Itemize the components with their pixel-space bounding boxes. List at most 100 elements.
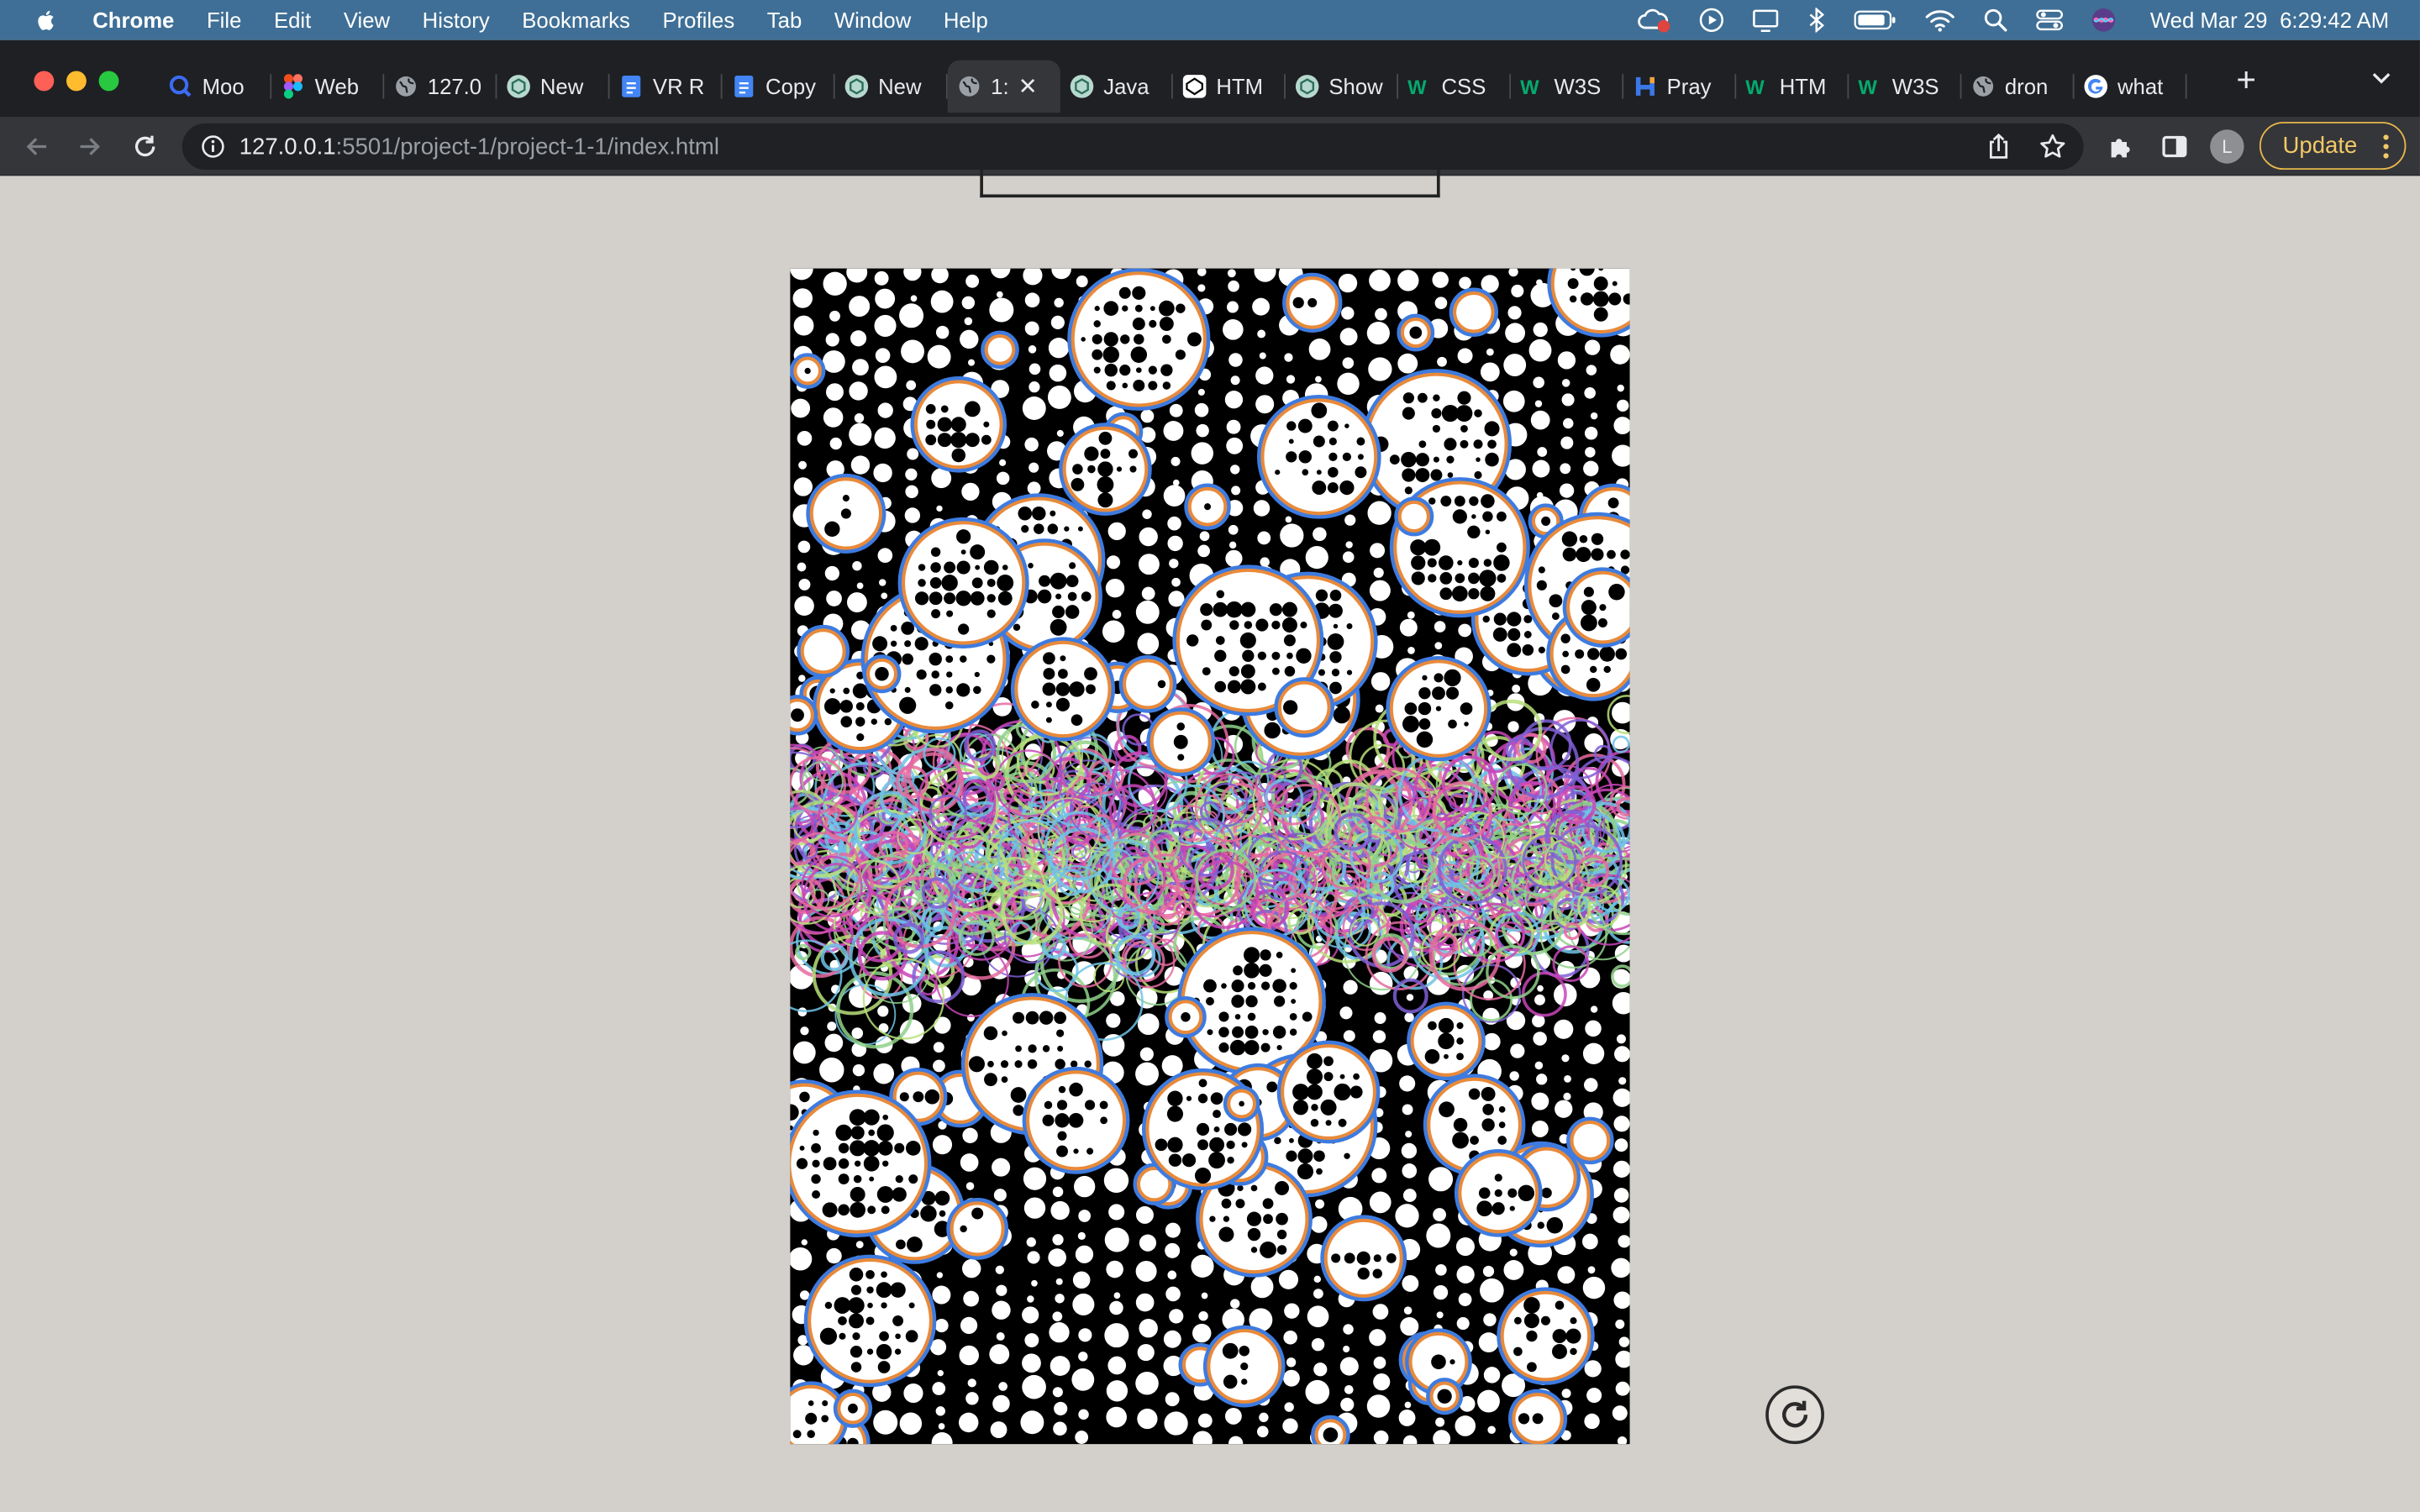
- profile-avatar[interactable]: L: [2210, 129, 2244, 164]
- browser-tab[interactable]: 127.0: [384, 65, 497, 108]
- web-page-viewport: [0, 170, 2420, 1512]
- browser-tab[interactable]: VR R: [609, 65, 723, 108]
- browser-tab[interactable]: W W3S: [1511, 65, 1624, 108]
- tab-title: HTM: [1216, 74, 1264, 99]
- side-panel-icon[interactable]: [2160, 131, 2191, 162]
- browser-tab[interactable]: what: [2075, 65, 2187, 108]
- refresh-icon: [1782, 1400, 1808, 1428]
- globe-icon: [393, 74, 418, 98]
- partially-scrolled-button[interactable]: [980, 170, 1440, 198]
- tab-title: what: [2117, 74, 2164, 99]
- w3schools-icon: W: [1745, 74, 1770, 99]
- extensions-puzzle-icon[interactable]: [2105, 131, 2136, 162]
- control-center-icon[interactable]: [2036, 8, 2064, 32]
- menu-bookmarks[interactable]: Bookmarks: [522, 8, 630, 32]
- siri-icon[interactable]: [2091, 8, 2116, 32]
- regenerate-button[interactable]: [1765, 1385, 1824, 1445]
- bubbles-artwork: [790, 268, 1630, 1445]
- menubar-time: 6:29:42 AM: [2280, 8, 2390, 33]
- glitch-icon: [1633, 74, 1657, 98]
- tab-title: W3S: [1891, 74, 1939, 99]
- share-icon[interactable]: [1983, 131, 2014, 162]
- tab-title: Show: [1328, 74, 1383, 99]
- browser-tab[interactable]: New: [497, 65, 610, 108]
- play-icon[interactable]: [1700, 8, 1724, 33]
- browser-tab-strip: Moo Web 127.0 New VR R Copy New 1: ✕ Java HTM Show W…: [0, 39, 2420, 118]
- wifi-icon[interactable]: [1925, 8, 1956, 32]
- chatgpt-icon: [506, 74, 530, 98]
- tab-title: dron: [2004, 74, 2049, 99]
- screen-mirroring-icon[interactable]: [1752, 8, 1780, 33]
- menu-window[interactable]: Window: [834, 8, 911, 32]
- browser-tab[interactable]: Moo: [159, 65, 272, 108]
- menu-tab[interactable]: Tab: [767, 8, 802, 32]
- spotlight-search-icon[interactable]: [1983, 8, 2007, 32]
- menu-view[interactable]: View: [344, 8, 390, 32]
- svg-text:W: W: [1745, 76, 1765, 99]
- forward-arrow-icon[interactable]: [72, 129, 106, 163]
- figma-icon: [281, 74, 305, 99]
- chatgpt-icon: [1070, 74, 1094, 98]
- reload-icon[interactable]: [128, 129, 161, 163]
- browser-tab[interactable]: Copy: [723, 65, 835, 108]
- browser-tab[interactable]: New: [835, 65, 948, 108]
- bookmark-star-icon[interactable]: [2037, 131, 2068, 162]
- w3schools-icon: W: [1858, 74, 1882, 99]
- tab-title: Moo: [202, 74, 245, 99]
- search-icon: [168, 74, 192, 98]
- tab-title: Java: [1103, 74, 1150, 99]
- macos-menu-bar: Chrome File Edit View History Bookmarks …: [0, 0, 2420, 40]
- browser-tab[interactable]: W HTM: [1736, 65, 1849, 108]
- tab-title: VR R: [652, 74, 705, 99]
- site-info-icon[interactable]: [201, 134, 225, 159]
- window-zoom-button[interactable]: [98, 71, 119, 92]
- menu-history[interactable]: History: [423, 8, 490, 32]
- browser-tab[interactable]: dron: [1961, 65, 2075, 108]
- menubar-clock[interactable]: Wed Mar 29 6:29:42 AM: [2150, 8, 2389, 32]
- address-bar[interactable]: 127.0.0.1:5501/project-1/project-1-1/ind…: [182, 123, 2084, 171]
- menubar-date: Wed Mar 29: [2149, 8, 2268, 33]
- tab-title: Pray: [1666, 74, 1712, 99]
- browser-tab[interactable]: Java: [1060, 65, 1173, 108]
- browser-tab[interactable]: Pray: [1623, 65, 1737, 108]
- menu-help[interactable]: Help: [944, 8, 988, 32]
- browser-tab[interactable]: Web: [271, 65, 385, 108]
- chatgpt-icon: [1295, 74, 1319, 98]
- bluetooth-icon[interactable]: [1807, 8, 1826, 33]
- docs-icon: [619, 74, 644, 98]
- globe-icon: [1970, 74, 1995, 98]
- update-button-label: Update: [2282, 132, 2358, 160]
- browser-tab[interactable]: Show: [1286, 65, 1399, 108]
- url-host: 127.0.0.1: [239, 133, 336, 160]
- tab-close-icon[interactable]: ✕: [1018, 72, 1038, 100]
- window-close-button[interactable]: [34, 71, 55, 92]
- back-arrow-icon[interactable]: [20, 129, 54, 163]
- battery-icon[interactable]: [1854, 9, 1897, 31]
- browser-tab[interactable]: W W3S: [1849, 65, 1962, 108]
- menu-profiles[interactable]: Profiles: [662, 8, 734, 32]
- tab-title: HTM: [1779, 74, 1827, 99]
- globe-icon: [957, 74, 981, 98]
- window-minimize-button[interactable]: [66, 71, 87, 92]
- menu-file[interactable]: File: [207, 8, 241, 32]
- apple-icon[interactable]: [34, 8, 58, 32]
- tab-title: Copy: [765, 74, 817, 99]
- menu-edit[interactable]: Edit: [274, 8, 311, 32]
- browser-tab[interactable]: 1: ✕: [947, 60, 1060, 113]
- tab-title: 127.0: [427, 74, 482, 99]
- chatgpt-icon: [844, 74, 869, 98]
- tab-list: Moo Web 127.0 New VR R Copy New 1: ✕ Java HTM Show W…: [159, 60, 2187, 113]
- menu-app-name[interactable]: Chrome: [92, 8, 174, 32]
- new-tab-button[interactable]: +: [2236, 60, 2256, 101]
- menubar-status-area: Wed Mar 29 6:29:42 AM: [1638, 0, 2389, 40]
- update-button[interactable]: Update: [2259, 122, 2407, 171]
- browser-tab[interactable]: HTM: [1173, 65, 1286, 108]
- url-path: :5501/project-1/project-1-1/index.html: [335, 133, 719, 160]
- browser-tab[interactable]: W CSS: [1398, 65, 1512, 108]
- more-menu-icon[interactable]: [2383, 133, 2389, 166]
- tab-title: CSS: [1441, 74, 1486, 99]
- creative-cloud-icon[interactable]: [1638, 8, 1671, 33]
- tab-title: New: [878, 74, 922, 99]
- tab-search-chevron-icon[interactable]: [2370, 65, 2392, 89]
- tab-title: New: [539, 74, 584, 99]
